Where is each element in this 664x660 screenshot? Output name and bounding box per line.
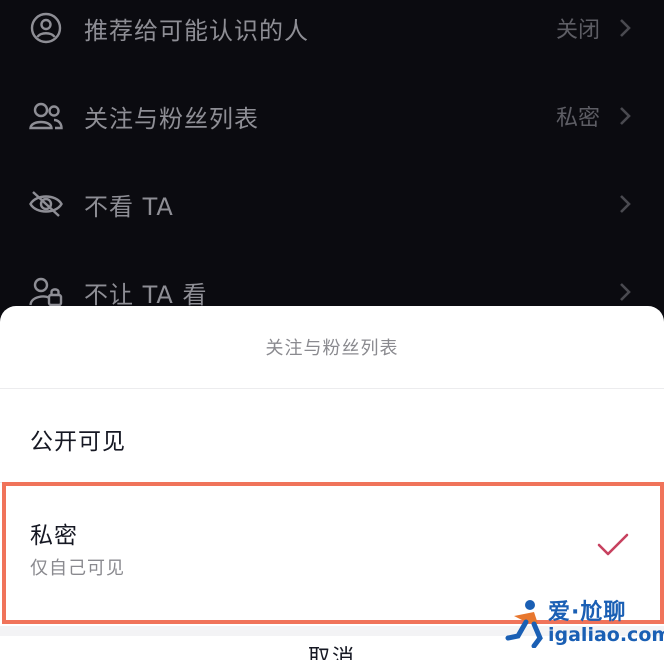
- watermark-logo: 爱·尬聊 igaliao.com: [504, 594, 664, 654]
- option-public[interactable]: 公开可见: [0, 390, 664, 482]
- settings-row-hide-from-me[interactable]: 不看 TA: [0, 160, 664, 248]
- settings-row-label: 关注与粉丝列表: [84, 104, 259, 133]
- chevron-right-icon: [618, 17, 632, 39]
- settings-row-label: 不让 TA 看: [84, 280, 208, 309]
- chevron-right-icon: [618, 281, 632, 303]
- option-label: 私密: [30, 523, 78, 549]
- settings-row-follow-list[interactable]: 关注与粉丝列表 私密: [0, 72, 664, 160]
- option-description: 仅自己可见: [30, 558, 125, 579]
- option-private[interactable]: 私密 仅自己可见: [0, 484, 664, 610]
- users-icon: [28, 98, 64, 134]
- divider: [0, 388, 664, 389]
- chevron-right-icon: [618, 193, 632, 215]
- screen: 推荐给可能认识的人 关闭 关注与粉丝列表 私密 不看 TA 不让 TA 看 关注…: [0, 0, 664, 660]
- person-lock-icon: [28, 274, 64, 310]
- settings-row-value: 私密: [555, 106, 600, 131]
- settings-row-label: 不看 TA: [84, 192, 174, 221]
- divider: [0, 482, 664, 483]
- check-icon: [596, 532, 630, 558]
- runner-logo-icon: [504, 598, 548, 648]
- settings-row-label: 推荐给可能认识的人: [84, 16, 309, 45]
- watermark-title: 爱·尬聊: [548, 600, 627, 625]
- watermark-domain: igaliao.com: [548, 624, 664, 646]
- option-label: 公开可见: [30, 429, 126, 455]
- settings-row-value: 关闭: [555, 18, 600, 43]
- person-circle-icon: [28, 10, 64, 46]
- sheet-title: 关注与粉丝列表: [265, 338, 399, 359]
- settings-row-recommend[interactable]: 推荐给可能认识的人 关闭: [0, 0, 664, 72]
- eye-off-icon: [28, 186, 64, 222]
- chevron-right-icon: [618, 105, 632, 127]
